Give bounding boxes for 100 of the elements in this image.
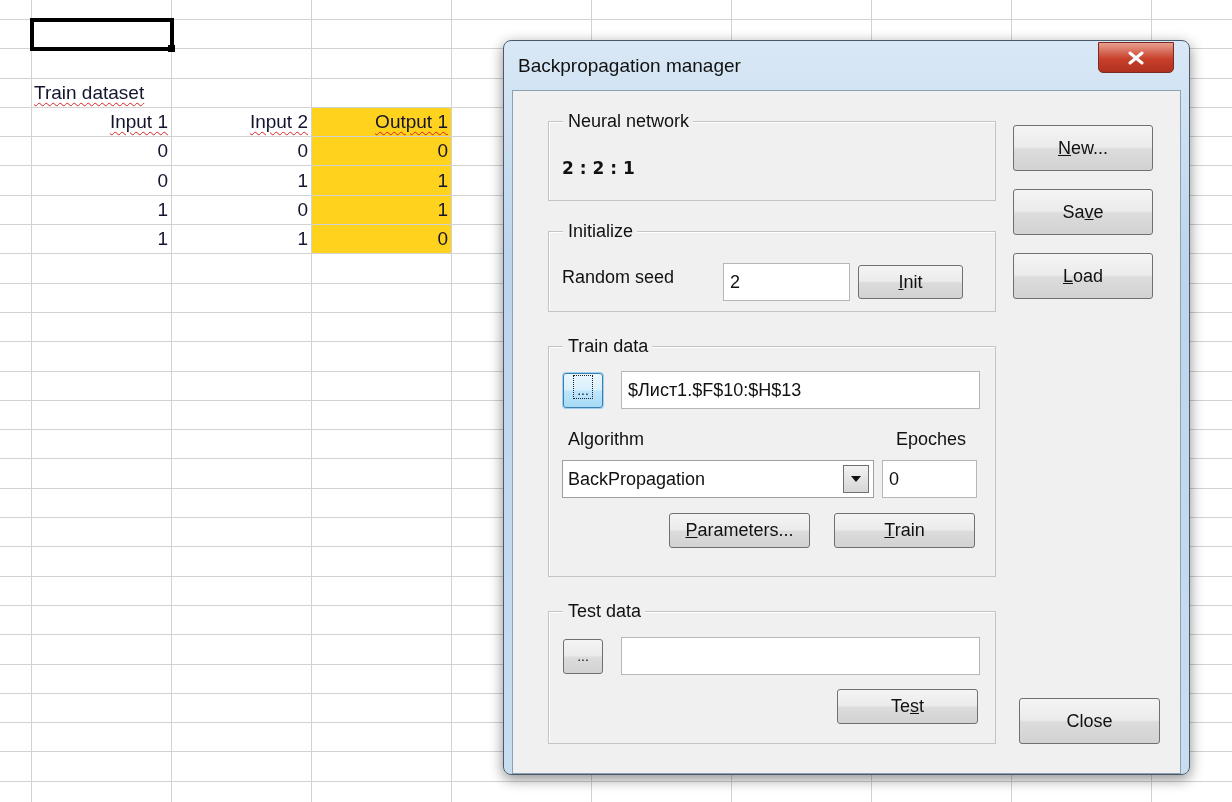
grid-cell[interactable]: [32, 635, 172, 665]
grid-cell[interactable]: [172, 342, 312, 372]
grid-cell[interactable]: [172, 693, 312, 724]
grid-cell[interactable]: [312, 371, 452, 401]
train-button[interactable]: Train: [834, 513, 975, 548]
grid-cell[interactable]: [0, 518, 32, 548]
grid-cell[interactable]: [0, 459, 32, 489]
grid-cell[interactable]: [312, 459, 452, 489]
grid-cell[interactable]: [312, 518, 452, 548]
grid-cell[interactable]: [172, 254, 312, 284]
grid-cell[interactable]: [452, 0, 592, 20]
table-cell[interactable]: Output 1: [312, 107, 452, 138]
table-cell[interactable]: 1: [312, 195, 452, 226]
grid-cell[interactable]: [872, 0, 1012, 20]
grid-cell[interactable]: [0, 635, 32, 665]
init-button[interactable]: Init: [858, 265, 963, 299]
grid-cell[interactable]: [0, 752, 32, 782]
grid-cell[interactable]: [0, 225, 32, 255]
input-field[interactable]: 2: [723, 263, 850, 301]
grid-cell[interactable]: [32, 518, 172, 548]
grid-cell[interactable]: [32, 664, 172, 694]
grid-cell[interactable]: [32, 723, 172, 753]
grid-cell[interactable]: [312, 283, 452, 313]
table-cell[interactable]: 1: [32, 195, 172, 226]
grid-cell[interactable]: [32, 342, 172, 372]
table-cell[interactable]: [172, 49, 312, 79]
grid-cell[interactable]: [0, 78, 32, 108]
grid-cell[interactable]: [172, 723, 312, 753]
grid-cell[interactable]: [312, 723, 452, 753]
table-cell[interactable]: 0: [32, 137, 172, 167]
grid-cell[interactable]: [312, 0, 452, 20]
grid-cell[interactable]: [0, 254, 32, 284]
grid-cell[interactable]: [0, 166, 32, 196]
browse-button[interactable]: ...: [563, 638, 603, 674]
dialog-button[interactable]: New...: [1013, 125, 1153, 171]
grid-cell[interactable]: [0, 0, 32, 20]
grid-cell[interactable]: [0, 723, 32, 753]
table-cell[interactable]: [32, 49, 172, 79]
grid-cell[interactable]: [172, 664, 312, 694]
grid-cell[interactable]: [0, 342, 32, 372]
grid-cell[interactable]: [32, 283, 172, 313]
grid-cell[interactable]: [312, 693, 452, 724]
grid-cell[interactable]: [0, 107, 32, 138]
grid-cell[interactable]: [32, 547, 172, 577]
table-cell[interactable]: Train dataset: [32, 78, 172, 108]
dialog-button[interactable]: Save: [1013, 189, 1153, 235]
grid-cell[interactable]: [312, 312, 452, 343]
input-field[interactable]: $Лист1.$F$10:$H$13: [621, 371, 980, 409]
grid-cell[interactable]: [0, 488, 32, 519]
algorithm-dropdown[interactable]: BackPropagation: [562, 460, 874, 498]
grid-cell[interactable]: [1012, 0, 1152, 20]
grid-cell[interactable]: [172, 488, 312, 519]
table-cell[interactable]: [172, 78, 312, 108]
grid-cell[interactable]: [0, 49, 32, 79]
grid-cell[interactable]: [172, 0, 312, 20]
grid-cell[interactable]: [312, 576, 452, 606]
grid-cell[interactable]: [32, 400, 172, 431]
input-field[interactable]: [621, 637, 980, 675]
test-button[interactable]: Test: [837, 689, 978, 724]
grid-cell[interactable]: [32, 488, 172, 519]
parameters-button[interactable]: Parameters...: [669, 513, 810, 548]
grid-cell[interactable]: [312, 342, 452, 372]
table-cell[interactable]: [312, 49, 452, 79]
input-field[interactable]: 0: [882, 460, 977, 498]
table-cell[interactable]: 1: [32, 225, 172, 255]
grid-cell[interactable]: [0, 283, 32, 313]
grid-cell[interactable]: [172, 547, 312, 577]
grid-cell[interactable]: [312, 400, 452, 431]
grid-cell[interactable]: [32, 576, 172, 606]
grid-cell[interactable]: [172, 752, 312, 782]
grid-cell[interactable]: [0, 547, 32, 577]
close-button[interactable]: [1098, 42, 1174, 73]
grid-cell[interactable]: [32, 254, 172, 284]
grid-cell[interactable]: [0, 137, 32, 167]
grid-cell[interactable]: [0, 371, 32, 401]
grid-cell[interactable]: [0, 400, 32, 431]
grid-cell[interactable]: [592, 0, 732, 20]
grid-cell[interactable]: [0, 576, 32, 606]
grid-cell[interactable]: [0, 605, 32, 636]
grid-cell[interactable]: [0, 430, 32, 460]
table-cell[interactable]: [172, 20, 312, 50]
grid-cell[interactable]: [312, 254, 452, 284]
grid-cell[interactable]: [312, 547, 452, 577]
table-cell[interactable]: 0: [312, 137, 452, 167]
grid-cell[interactable]: [172, 283, 312, 313]
dialog-button[interactable]: Load: [1013, 253, 1153, 299]
table-cell[interactable]: [312, 78, 452, 108]
table-cell[interactable]: [32, 20, 172, 50]
close-dialog-button[interactable]: Close: [1019, 698, 1160, 744]
grid-cell[interactable]: [312, 488, 452, 519]
table-cell[interactable]: 0: [312, 225, 452, 255]
grid-cell[interactable]: [32, 459, 172, 489]
grid-cell[interactable]: [172, 605, 312, 636]
grid-cell[interactable]: [32, 752, 172, 782]
grid-cell[interactable]: [312, 664, 452, 694]
grid-cell[interactable]: [172, 576, 312, 606]
grid-cell[interactable]: [32, 312, 172, 343]
table-cell[interactable]: 0: [32, 166, 172, 196]
browse-button[interactable]: ...: [563, 372, 603, 408]
grid-cell[interactable]: [172, 635, 312, 665]
